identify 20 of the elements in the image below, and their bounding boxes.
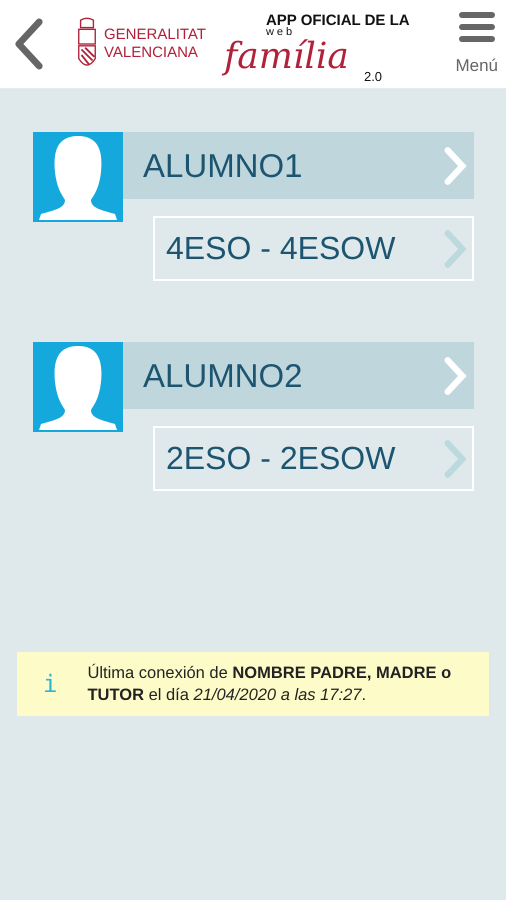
menu-icon: [458, 12, 495, 42]
app-version: 2.0: [364, 70, 382, 84]
last-connection-text: Última conexión de NOMBRE PADRE, MADRE o TUTOR el día 21/04/2020 a las 17:27.: [87, 662, 452, 706]
app-subtitle: APP OFICIAL DE LA: [266, 12, 410, 29]
chevron-icon: [442, 354, 468, 396]
avatar-icon: [33, 342, 123, 432]
chevron-icon: [442, 228, 468, 270]
info-icon: i: [43, 670, 58, 698]
group-button[interactable]: 4ESO - 4ESOW: [153, 216, 474, 281]
student-button[interactable]: ALUMNO2: [123, 342, 474, 409]
app-web-label: web: [266, 26, 296, 38]
chevron-icon: [442, 438, 468, 480]
group-button[interactable]: 2ESO - 2ESOW: [153, 426, 474, 491]
student-button[interactable]: ALUMNO1: [123, 132, 474, 199]
org-name-line: VALENCIANA: [104, 44, 199, 62]
app-name: família: [224, 39, 349, 75]
avatar-icon: [33, 132, 123, 222]
chevron-icon: [442, 144, 468, 186]
org-name-line: GENERALITAT: [104, 26, 206, 44]
menu-button[interactable]: Menú: [455, 12, 498, 76]
